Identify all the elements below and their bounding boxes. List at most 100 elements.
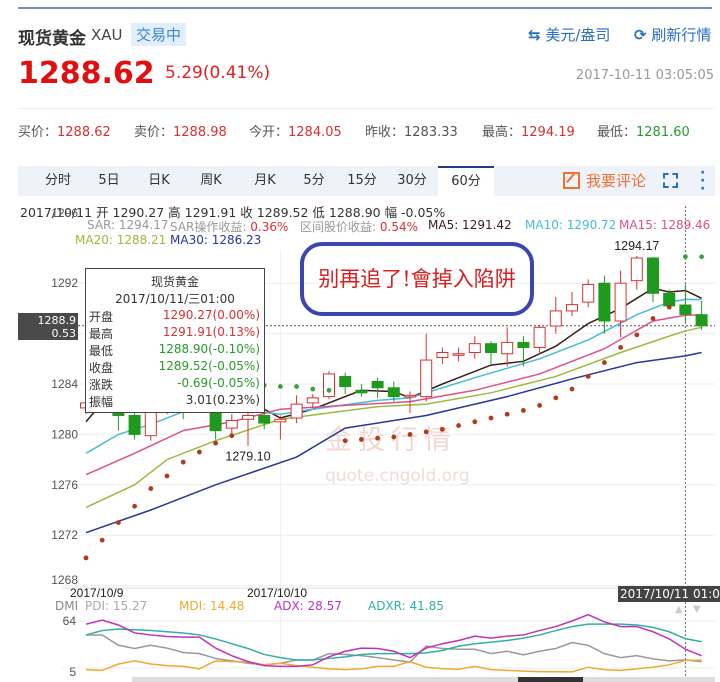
x-tick-label: 2017/10/9: [70, 586, 124, 600]
sar-dot: [116, 520, 121, 525]
dmi-line-mdi: [85, 659, 702, 673]
scroll-down-icon[interactable]: ▼: [693, 604, 701, 615]
sar-dot: [83, 555, 89, 561]
candle-body: [598, 282, 611, 322]
sar-dot: [407, 432, 413, 437]
candle-body: [128, 415, 141, 435]
candle-body: [404, 394, 416, 398]
sar-dot: [666, 304, 672, 310]
tooltip-row-label: 振幅: [89, 395, 114, 409]
y-tick-label: 1296: [51, 206, 78, 220]
candle-body: [387, 387, 400, 398]
sar-dot: [537, 403, 542, 408]
sar-dot: [569, 386, 575, 392]
candle-body: [436, 352, 449, 359]
sar-dot: [229, 433, 235, 439]
sar-dot: [326, 387, 332, 393]
candle-body: [323, 373, 335, 398]
tooltip-row-value: 1288.90(-0.10%): [158, 342, 260, 356]
candle-body: [371, 380, 384, 389]
extreme-price-label: 1279.10: [225, 450, 270, 464]
candle-tooltip: 现货黄金 2017/10/11/三01:00 开盘 1290.27(0.00%) 最…: [85, 268, 265, 413]
sar-dot: [585, 374, 591, 379]
y-tick-label: 1280: [51, 427, 78, 441]
crosshair-price: 1288.9: [37, 314, 77, 327]
tooltip-row-value: -0.69(-0.05%): [177, 376, 260, 390]
tooltip-row: 最低 1288.90(-0.10%): [89, 342, 260, 358]
candle-body: [225, 420, 238, 429]
sar-dot: [440, 426, 445, 432]
tooltip-row-value: 1289.52(-0.05%): [158, 359, 260, 373]
candle-body: [274, 418, 287, 423]
mdi-value: MDI: 14.48: [179, 599, 245, 613]
candle-body: [695, 314, 708, 327]
scroll-up-icon[interactable]: ▲: [675, 604, 683, 615]
candle-body: [663, 292, 676, 307]
candle-body: [468, 343, 481, 353]
sar-dot: [342, 438, 348, 444]
tooltip-row: 开盘 1290.27(0.00%): [89, 308, 260, 324]
sar-dot: [375, 435, 380, 441]
candle-body: [290, 403, 303, 419]
sar-dot: [278, 384, 283, 389]
dmi-tick-label: 5: [69, 665, 76, 679]
y-tick-label: 1268: [51, 573, 78, 587]
sar-dot: [148, 486, 154, 491]
sar-dot: [197, 449, 202, 455]
dmi-line-adx: [85, 613, 702, 668]
sar-dot: [472, 419, 478, 425]
tooltip-row-label: 收盘: [89, 361, 114, 375]
pdi-value: PDI: 15.27: [85, 599, 148, 613]
tooltip-row-label: 涨跌: [89, 378, 114, 392]
tooltip-row-value: 1290.27(0.00%): [162, 308, 260, 322]
adx-value: ADX: 28.57: [274, 599, 342, 613]
sar-dot: [618, 345, 623, 350]
sar-dot: [634, 332, 640, 338]
tooltip-row: 收盘 1289.52(-0.05%): [89, 359, 260, 375]
sar-dot: [488, 415, 494, 421]
y-tick-label: 1284: [51, 377, 78, 391]
sar-dot: [602, 360, 607, 365]
tooltip-row-value: 1291.91(0.13%): [162, 325, 260, 339]
annotation-bubble: 别再追了!會掉入陷阱: [300, 242, 534, 316]
sar-dot: [553, 395, 559, 401]
tooltip-row: 涨跌 -0.69(-0.05%): [89, 376, 260, 392]
chart-navigator[interactable]: [132, 677, 715, 682]
sar-dot: [391, 434, 397, 440]
candle-body: [566, 304, 578, 312]
tooltip-row-label: 开盘: [89, 310, 114, 324]
candle-body: [533, 326, 546, 348]
tooltip-row-label: 最低: [89, 344, 114, 358]
crosshair-date-label: 2017/10/11 01:00: [618, 586, 720, 602]
sar-dot: [213, 440, 219, 446]
crosshair-pct: 0.53: [51, 327, 77, 340]
sar-dot: [164, 473, 170, 479]
candle-body: [452, 353, 465, 356]
candle-body: [614, 282, 627, 322]
tooltip-row-value: 3.01(0.23%): [185, 393, 260, 407]
dmi-label: DMI: [55, 599, 79, 613]
candle-body: [582, 283, 595, 303]
sar-dot: [456, 423, 461, 428]
tooltip-date: 2017/10/11/三01:00: [115, 292, 235, 306]
sar-dot: [683, 254, 688, 260]
candle-body: [339, 375, 352, 388]
x-tick-label: 2017/10/10: [247, 586, 307, 600]
candle-body: [630, 257, 643, 282]
sar-dot: [359, 437, 364, 442]
tooltip-title: 现货黄金: [150, 275, 199, 289]
sar-dot: [521, 408, 526, 413]
candle-body: [258, 415, 271, 424]
y-tick-label: 1276: [51, 478, 78, 492]
candle-body: [549, 310, 562, 327]
navigator-handle[interactable]: [518, 677, 583, 682]
candle-body: [485, 343, 497, 353]
sar-dot: [423, 429, 429, 435]
dmi-line-pdi: [86, 634, 702, 666]
sar-dot: [650, 316, 656, 321]
sar-dot: [99, 537, 105, 543]
extreme-price-label: 1294.17: [614, 239, 659, 253]
tooltip-row-label: 最高: [89, 327, 114, 341]
tooltip-row: 振幅 3.01(0.23%): [89, 393, 260, 409]
candle-body: [517, 341, 530, 348]
